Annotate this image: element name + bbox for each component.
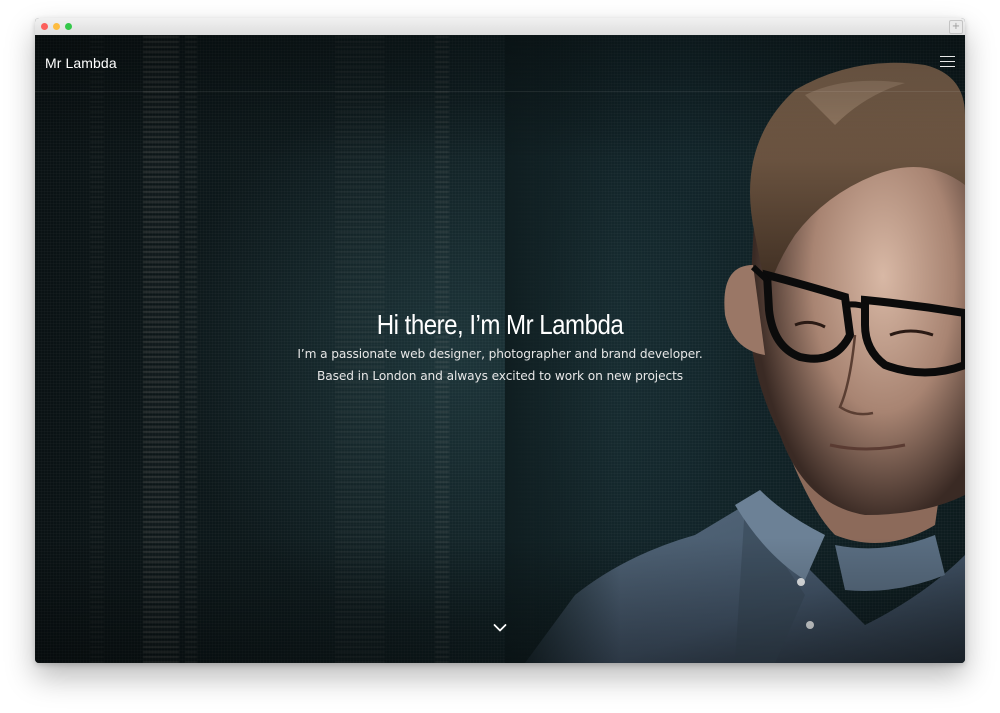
minimize-window-button[interactable]	[53, 23, 60, 30]
hero-intro-line-1: I’m a passionate web designer, photograp…	[297, 347, 703, 361]
close-window-button[interactable]	[41, 23, 48, 30]
site-header: Mr Lambda	[35, 35, 965, 92]
menu-bar	[940, 66, 955, 67]
zoom-window-button[interactable]	[65, 23, 72, 30]
browser-titlebar: +	[35, 18, 965, 36]
site-logo[interactable]: Mr Lambda	[45, 55, 117, 71]
hero-section: Hi there, I’m Mr Lambda I’m a passionate…	[35, 307, 965, 387]
page-viewport: Mr Lambda Hi there, I’m Mr Lambda I’m a …	[35, 35, 965, 663]
hamburger-menu-icon[interactable]	[940, 56, 955, 68]
hero-title: Hi there, I’m Mr Lambda	[376, 309, 624, 340]
menu-bar	[940, 61, 955, 62]
chevron-down-icon[interactable]	[493, 623, 507, 633]
new-tab-button[interactable]: +	[949, 20, 963, 34]
hero-intro-line-2: Based in London and always excited to wo…	[316, 369, 684, 383]
browser-window: + Mr Lambda Hi there, I’m Mr Lambda I’m …	[35, 18, 965, 663]
menu-bar	[940, 56, 955, 57]
